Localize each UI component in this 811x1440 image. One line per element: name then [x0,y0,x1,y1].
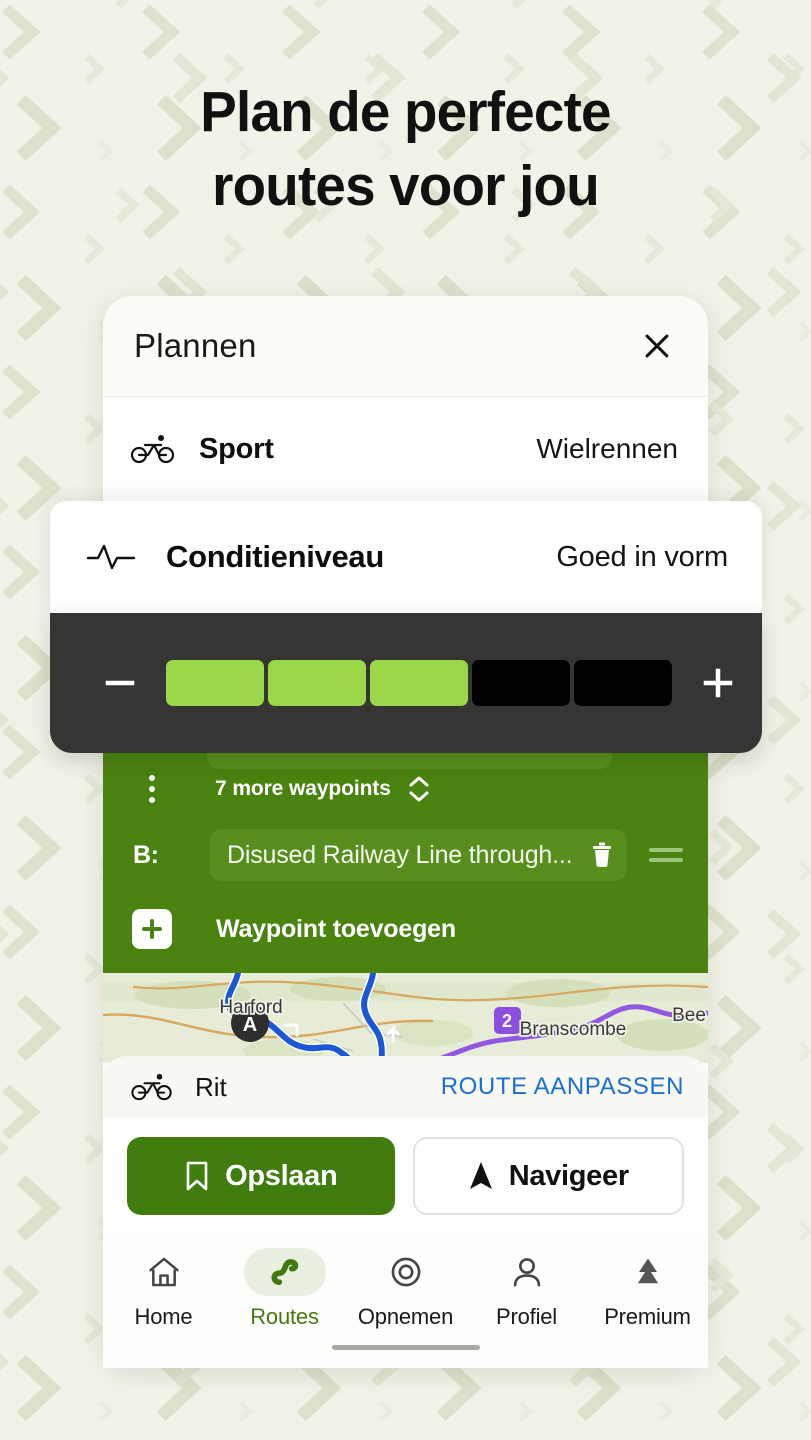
planner-header: Plannen [103,296,708,396]
nav-label-opnemen: Opnemen [357,1304,454,1329]
nav-label-premium: Premium [604,1304,691,1329]
nav-item-home[interactable]: Home [106,1248,222,1330]
navigate-button[interactable]: Navigeer [412,1137,684,1215]
sport-row[interactable]: Sport Wielrennen [103,397,708,501]
page-title: Plan de perfecte routes voor jou [16,76,795,223]
waypoint-row-b: B: Disused Railway Line through... [103,819,708,891]
sport-label: Sport [199,432,274,465]
level-segment-4[interactable] [472,660,570,706]
home-indicator [331,1345,480,1350]
waypoint-name-field[interactable]: Disused Railway Line through... [209,829,627,881]
condition-level-label: Conditieniveau [166,539,384,574]
waypoint-marker-label: B: [133,840,159,869]
svg-text:Branscombe: Branscombe [520,1019,627,1040]
home-icon [123,1248,205,1296]
ride-label: Rit [195,1071,227,1102]
svg-text:Bee: Bee [672,1005,706,1026]
svg-text:Harford: Harford [219,997,282,1018]
record-circle-icon [365,1248,447,1296]
trash-icon[interactable] [591,842,613,868]
headline-line-1: Plan de perfecte [200,80,611,144]
waypoint-name-text: Disused Railway Line through... [227,840,573,869]
level-segments [150,660,688,706]
condition-level-value: Goed in vorm [556,540,728,573]
bottom-navigation: Home Routes Opnemen Profiel Premium [103,1234,708,1368]
waypoint-panel: 7 more waypoints B: Disused Railway Line… [103,745,708,973]
headline-line-2: routes voor jou [212,153,600,218]
pulse-activity-icon [86,540,140,574]
nav-label-routes: Routes [250,1304,319,1329]
cycling-icon [131,434,177,464]
condition-level-stepper [50,613,762,753]
person-icon [486,1248,568,1296]
navigate-button-label: Navigeer [508,1159,629,1192]
nav-item-profiel[interactable]: Profiel [469,1248,585,1330]
level-segment-2[interactable] [268,660,366,706]
plus-icon[interactable] [688,653,748,713]
nav-label-home: Home [134,1304,193,1329]
vertical-dots-icon [133,775,171,803]
close-icon[interactable] [636,325,678,367]
condition-level-panel: Conditieniveau Goed in vorm [50,501,762,613]
navigation-arrow-icon [468,1160,494,1192]
add-waypoint-row[interactable]: Waypoint toevoegen [103,893,708,965]
chevron-up-down-icon[interactable] [407,774,431,804]
add-waypoint-label: Waypoint toevoegen [216,914,456,943]
drag-handle-icon[interactable] [649,848,683,862]
more-waypoints-label: 7 more waypoints [215,777,391,800]
nav-item-premium[interactable]: Premium [590,1248,706,1330]
nav-item-opnemen[interactable]: Opnemen [348,1248,464,1330]
level-segment-5[interactable] [574,660,672,706]
tree-icon [607,1248,689,1296]
save-button-label: Opslaan [225,1159,338,1192]
route-map[interactable]: A 2 Harford Branscombe Bee [103,973,708,1063]
nav-label-profiel: Profiel [496,1304,557,1329]
edit-route-link[interactable]: ROUTE AANPASSEN [441,1073,684,1101]
plus-square-icon [132,909,172,949]
bookmark-icon [184,1160,210,1192]
save-button[interactable]: Opslaan [127,1137,395,1215]
minus-icon[interactable] [90,653,150,713]
sport-value: Wielrennen [536,433,678,464]
planner-title: Plannen [134,327,257,364]
cycling-icon [131,1073,173,1101]
level-segment-3[interactable] [370,660,468,706]
level-segment-1[interactable] [166,660,264,706]
svg-text:2: 2 [502,1011,512,1031]
action-button-bar: Opslaan Navigeer [103,1118,708,1234]
nav-item-routes[interactable]: Routes [227,1248,343,1330]
ride-summary-bar: Rit ROUTE AANPASSEN [103,1056,708,1118]
route-squiggle-icon [243,1248,326,1296]
